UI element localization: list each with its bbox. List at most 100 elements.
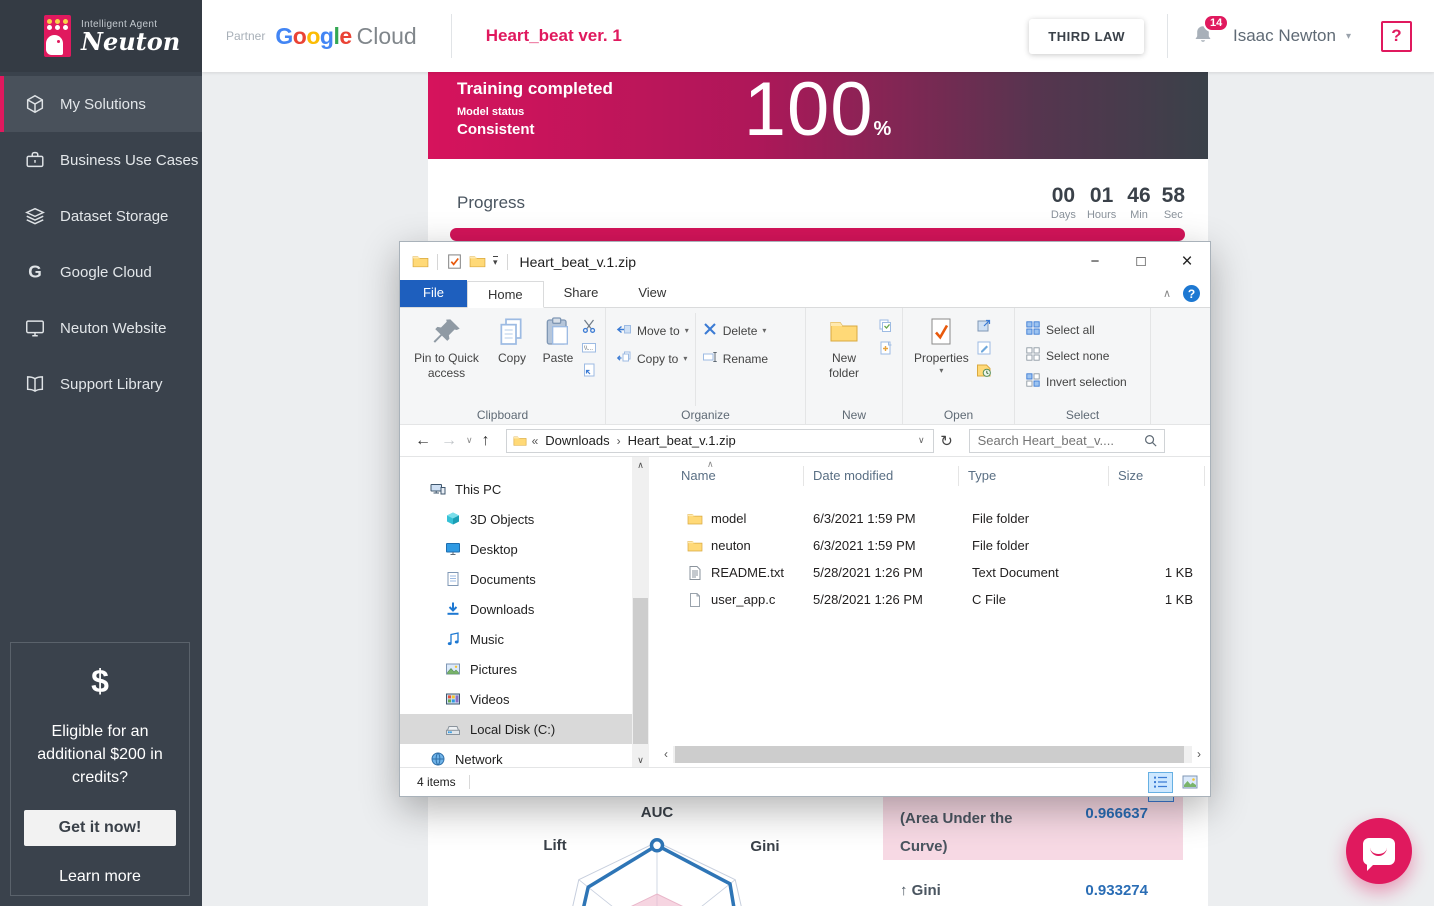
tree-scroll-up-icon[interactable]: ∧ bbox=[632, 457, 649, 474]
copy-to-button[interactable]: Copy to▾ bbox=[616, 349, 689, 368]
sidebar-item-support-library[interactable]: Support Library bbox=[0, 356, 202, 412]
properties-button[interactable]: Properties ▾ bbox=[907, 313, 976, 406]
app-logo[interactable]: Intelligent Agent Neuton bbox=[0, 0, 202, 72]
file-row-user-app-c[interactable]: user_app.c5/28/2021 1:26 PMC File1 KB bbox=[649, 586, 1205, 613]
explorer-titlebar[interactable]: ▾ Heart_beat_v.1.zip − □ × bbox=[400, 242, 1210, 281]
file-name: README.txt bbox=[711, 565, 784, 580]
rename-button[interactable]: Rename bbox=[702, 349, 768, 368]
refresh-button[interactable]: ↻ bbox=[934, 429, 960, 453]
file-row-readme-txt[interactable]: README.txt5/28/2021 1:26 PMText Document… bbox=[649, 559, 1205, 586]
paste-button[interactable]: Paste bbox=[535, 313, 581, 406]
details-view-button[interactable] bbox=[1148, 772, 1173, 793]
help-button[interactable]: ? bbox=[1381, 21, 1412, 52]
quickaccess-newfolder-icon[interactable] bbox=[469, 253, 486, 270]
invert-selection-button[interactable]: Invert selection bbox=[1025, 372, 1127, 391]
nav-item-this-pc[interactable]: This PC bbox=[400, 474, 632, 504]
copy-path-button[interactable]: \\... bbox=[581, 340, 601, 356]
paste-shortcut-button[interactable] bbox=[581, 362, 601, 378]
thumbnails-view-button[interactable] bbox=[1177, 772, 1202, 793]
recent-locations-icon[interactable]: ∨ bbox=[466, 435, 473, 446]
get-it-now-button[interactable]: Get it now! bbox=[24, 810, 176, 846]
file-row-neuton[interactable]: neuton6/3/2021 1:59 PMFile folder bbox=[649, 532, 1205, 559]
chat-launcher-button[interactable] bbox=[1346, 818, 1412, 884]
column-header-type[interactable]: Type bbox=[959, 466, 1109, 486]
sidebar-item-my-solutions[interactable]: My Solutions bbox=[0, 76, 202, 132]
up-button[interactable]: ↑ bbox=[482, 432, 490, 450]
radar-label-lift: Lift bbox=[543, 837, 566, 854]
file-row-model[interactable]: model6/3/2021 1:59 PMFile folder bbox=[649, 505, 1205, 532]
pictures-icon bbox=[445, 661, 461, 677]
nav-item-music[interactable]: Music bbox=[400, 624, 632, 654]
file-type: File folder bbox=[959, 511, 1109, 526]
close-button[interactable]: × bbox=[1164, 242, 1210, 281]
new-item-button[interactable] bbox=[878, 340, 898, 356]
breadcrumb-zip[interactable]: Heart_beat_v.1.zip bbox=[623, 433, 741, 448]
edit-button[interactable] bbox=[976, 340, 996, 356]
nav-item-local-disk-c[interactable]: Local Disk (C:) bbox=[400, 714, 632, 744]
column-header-size[interactable]: Size bbox=[1109, 466, 1205, 486]
sidebar: Intelligent Agent Neuton My SolutionsBus… bbox=[0, 0, 202, 906]
new-folder-button[interactable]: New folder bbox=[810, 313, 878, 406]
search-input[interactable] bbox=[970, 433, 1137, 448]
file-name: model bbox=[711, 511, 746, 526]
sidebar-item-google-cloud[interactable]: GGoogle Cloud bbox=[0, 244, 202, 300]
forward-button[interactable]: → bbox=[441, 432, 457, 450]
tab-home[interactable]: Home bbox=[467, 281, 544, 308]
cfile-icon bbox=[687, 592, 703, 608]
countdown-hours: 01Hours bbox=[1087, 184, 1116, 221]
sidebar-item-business-use-cases[interactable]: Business Use Cases bbox=[0, 132, 202, 188]
minimize-button[interactable]: − bbox=[1072, 242, 1118, 281]
maximize-button[interactable]: □ bbox=[1118, 242, 1164, 281]
user-name[interactable]: Isaac Newton bbox=[1233, 26, 1336, 46]
tab-share[interactable]: Share bbox=[544, 280, 619, 307]
file-date: 5/28/2021 1:26 PM bbox=[804, 592, 959, 607]
quickaccess-customize-icon[interactable]: ▾ bbox=[493, 256, 498, 267]
tree-scrollbar[interactable]: ∧ ∨ bbox=[632, 457, 649, 769]
horizontal-scrollbar[interactable]: ‹ › bbox=[659, 745, 1206, 763]
sidebar-item-dataset-storage[interactable]: Dataset Storage bbox=[0, 188, 202, 244]
scroll-right-icon[interactable]: › bbox=[1192, 747, 1206, 761]
explorer-help-icon[interactable]: ? bbox=[1183, 285, 1200, 302]
nav-item-documents[interactable]: Documents bbox=[400, 564, 632, 594]
third-law-button[interactable]: THIRD LAW bbox=[1029, 19, 1144, 54]
scroll-left-icon[interactable]: ‹ bbox=[659, 747, 673, 761]
copy-button[interactable]: Copy bbox=[489, 313, 535, 406]
tab-view[interactable]: View bbox=[618, 280, 686, 307]
cut-button[interactable] bbox=[581, 318, 601, 334]
notifications-bell-icon[interactable]: 14 bbox=[1191, 23, 1217, 49]
tree-scroll-thumb[interactable] bbox=[633, 598, 648, 744]
nav-item-pictures[interactable]: Pictures bbox=[400, 654, 632, 684]
rename-icon bbox=[702, 349, 718, 368]
folder-icon bbox=[687, 538, 703, 554]
nav-item-downloads[interactable]: Downloads bbox=[400, 594, 632, 624]
delete-button[interactable]: Delete▾ bbox=[702, 321, 768, 340]
pin-to-quick-access-button[interactable]: Pin to Quick access bbox=[404, 313, 489, 406]
address-input[interactable]: « Downloads › Heart_beat_v.1.zip ∨ bbox=[506, 429, 934, 453]
window-title: Heart_beat_v.1.zip bbox=[520, 254, 636, 270]
progress-bar bbox=[450, 228, 1185, 241]
column-header-name[interactable]: Name∧ bbox=[649, 466, 804, 486]
up-arrow-icon: ↑ bbox=[900, 882, 908, 899]
easy-access-button[interactable] bbox=[878, 318, 898, 334]
sidebar-item-label: Support Library bbox=[60, 376, 163, 393]
nav-item-network[interactable]: Network bbox=[400, 744, 632, 769]
open-button[interactable] bbox=[976, 318, 996, 334]
user-menu-chevron-icon[interactable]: ▾ bbox=[1346, 31, 1351, 42]
column-header-date-modified[interactable]: Date modified bbox=[804, 466, 959, 486]
learn-more-link[interactable]: Learn more bbox=[11, 868, 189, 886]
quickaccess-properties-icon[interactable] bbox=[446, 253, 463, 270]
move-to-button[interactable]: Move to▾ bbox=[616, 321, 689, 340]
history-button[interactable] bbox=[976, 362, 996, 378]
select-none-button[interactable]: Select none bbox=[1025, 346, 1127, 365]
nav-item-videos[interactable]: Videos bbox=[400, 684, 632, 714]
nav-item-desktop[interactable]: Desktop bbox=[400, 534, 632, 564]
breadcrumb-downloads[interactable]: Downloads bbox=[540, 433, 614, 448]
address-dropdown-icon[interactable]: ∨ bbox=[914, 435, 929, 446]
back-button[interactable]: ← bbox=[415, 432, 431, 450]
hscroll-thumb[interactable] bbox=[675, 746, 1184, 763]
collapse-ribbon-icon[interactable]: ∧ bbox=[1163, 287, 1171, 300]
nav-item-3d-objects[interactable]: 3D Objects bbox=[400, 504, 632, 534]
select-all-button[interactable]: Select all bbox=[1025, 320, 1127, 339]
sidebar-item-neuton-website[interactable]: Neuton Website bbox=[0, 300, 202, 356]
tab-file[interactable]: File bbox=[400, 280, 467, 307]
